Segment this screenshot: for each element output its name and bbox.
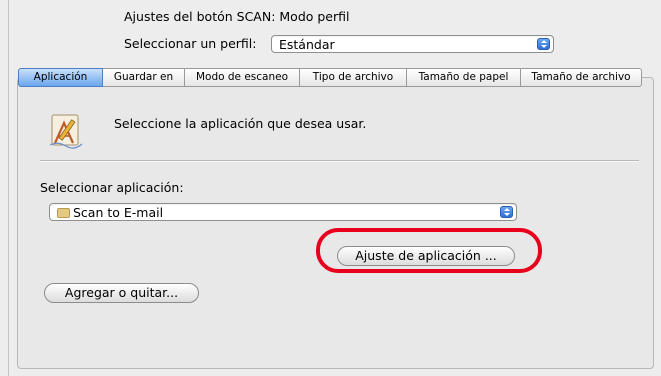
- profile-selected-value: Estándar: [279, 37, 335, 52]
- application-selected-value: Scan to E-mail: [73, 205, 164, 220]
- profile-select[interactable]: Estándar: [271, 35, 554, 53]
- tab-tamano-de-archivo[interactable]: Tamaño de archivo: [521, 68, 642, 87]
- popup-stepper-icon: [500, 206, 513, 218]
- tab-bar: Aplicación Guardar en Modo de escaneo Ti…: [18, 68, 642, 87]
- add-remove-button[interactable]: Agregar o quitar...: [44, 283, 199, 303]
- window-title: Ajustes del botón SCAN: Modo perfil: [124, 9, 350, 24]
- application-settings-button[interactable]: Ajuste de aplicación ...: [337, 246, 515, 266]
- folder-icon: [57, 208, 70, 218]
- tab-aplicacion[interactable]: Aplicación: [18, 68, 103, 87]
- popup-stepper-icon: [537, 38, 550, 50]
- tab-modo-de-escaneo[interactable]: Modo de escaneo: [185, 68, 300, 87]
- pencil-ruler-application-icon: [49, 114, 83, 149]
- tab-tamano-de-papel[interactable]: Tamaño de papel: [407, 68, 521, 87]
- window-left-edge: [8, 0, 9, 376]
- profile-label: Seleccionar un perfil:: [124, 36, 257, 51]
- panel-separator: [40, 160, 639, 161]
- tab-guardar-en[interactable]: Guardar en: [103, 68, 185, 87]
- settings-window: Ajustes del botón SCAN: Modo perfil Sele…: [0, 0, 661, 376]
- panel-prompt: Seleccione la aplicación que desea usar.: [114, 116, 367, 131]
- application-select[interactable]: Scan to E-mail: [49, 203, 517, 221]
- tab-tipo-de-archivo[interactable]: Tipo de archivo: [300, 68, 407, 87]
- application-select-label: Seleccionar aplicación:: [40, 180, 184, 195]
